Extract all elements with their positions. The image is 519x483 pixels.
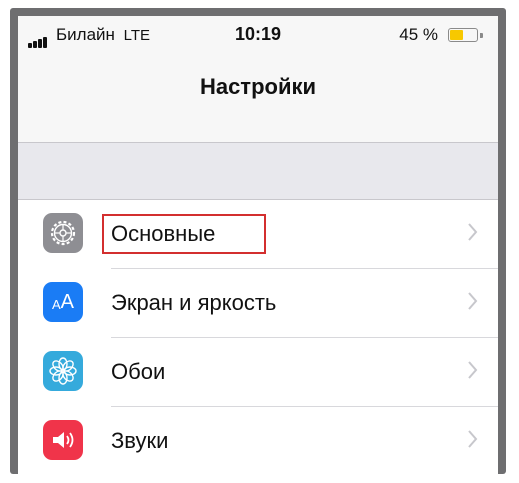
- section-spacer: [18, 143, 498, 200]
- settings-item-label: Обои: [111, 359, 166, 384]
- flower-icon: [43, 351, 83, 391]
- chevron-right-icon: [468, 430, 478, 453]
- status-bar: Билайн LTE 10:19 45 %: [18, 16, 498, 50]
- settings-item-wallpaper[interactable]: Обои: [18, 338, 498, 407]
- chevron-right-icon: [468, 361, 478, 384]
- small-a-glyph: A: [51, 296, 61, 312]
- text-size-icon: AA: [43, 282, 83, 322]
- gear-icon: [43, 213, 83, 253]
- chevron-right-icon: [468, 223, 478, 246]
- settings-list: Основные AA Экран и яркость Обои Звуки: [18, 200, 498, 474]
- navigation-bar: Настройки: [18, 50, 498, 143]
- battery-icon: [448, 28, 478, 42]
- battery-percent: 45 %: [399, 25, 438, 44]
- chevron-right-icon: [468, 292, 478, 315]
- settings-item-sounds[interactable]: Звуки: [18, 407, 498, 474]
- speaker-icon: [43, 420, 83, 460]
- settings-item-label: Экран и яркость: [111, 290, 277, 315]
- page-title: Настройки: [199, 74, 317, 99]
- device-frame: Билайн LTE 10:19 45 % Настройки Основные…: [10, 8, 506, 474]
- settings-item-label: Звуки: [111, 428, 169, 453]
- highlight-box: [102, 214, 266, 254]
- battery-tip: [480, 33, 483, 38]
- settings-item-display[interactable]: AA Экран и яркость: [18, 269, 498, 338]
- settings-item-general[interactable]: Основные: [18, 200, 498, 269]
- large-a-glyph: A: [60, 290, 74, 313]
- phone-screen: Билайн LTE 10:19 45 % Настройки Основные…: [18, 16, 498, 474]
- battery-level-fill: [450, 30, 463, 40]
